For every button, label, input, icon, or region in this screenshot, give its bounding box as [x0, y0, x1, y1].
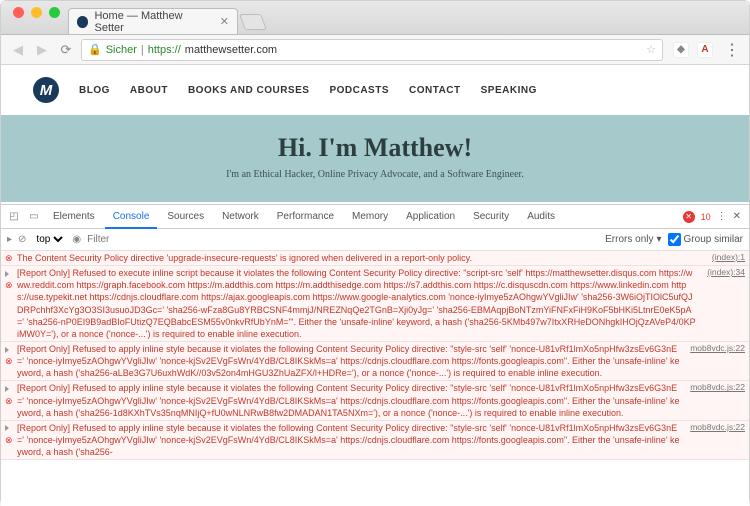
- console-log-row[interactable]: ⊗ [Report Only] Refused to execute inlin…: [1, 266, 749, 342]
- secure-label: Sicher: [106, 44, 137, 56]
- browser-tab[interactable]: Home — Matthew Setter ✕: [68, 8, 238, 34]
- log-message: [Report Only] Refused to apply inline st…: [17, 422, 686, 458]
- hero-subtitle: I'm an Ethical Hacker, Online Privacy Ad…: [1, 169, 749, 180]
- devtools-tab-elements[interactable]: Elements: [45, 206, 103, 227]
- devtools-panel: ◰ ▭ Elements Console Sources Network Per…: [1, 205, 749, 506]
- console-sidebar-toggle-icon[interactable]: ▸: [7, 234, 12, 245]
- log-source[interactable]: mob8vdc.js:22: [690, 422, 745, 458]
- error-icon: ⊗: [5, 252, 17, 264]
- site-nav: M BLOG ABOUT BOOKS AND COURSES PODCASTS …: [1, 65, 749, 115]
- url-scheme: https://: [148, 44, 181, 56]
- extensions: ◆ A: [669, 42, 717, 58]
- console-log-row[interactable]: ⊗ The Content Security Policy directive …: [1, 251, 749, 266]
- error-icon: ⊗: [5, 422, 17, 458]
- errors-only-checkbox[interactable]: Errors only ▾: [605, 234, 661, 245]
- log-message: [Report Only] Refused to apply inline st…: [17, 382, 686, 418]
- extension-font-icon[interactable]: A: [697, 42, 713, 58]
- devtools-tab-application[interactable]: Application: [398, 206, 463, 227]
- browser-titlebar: Home — Matthew Setter ✕: [1, 1, 749, 35]
- log-source[interactable]: mob8vdc.js:22: [690, 343, 745, 379]
- log-source[interactable]: (index):1: [712, 252, 745, 264]
- live-expression-icon[interactable]: ◉: [72, 234, 81, 245]
- error-count-badge[interactable]: ✕: [683, 211, 695, 223]
- url-host: matthewsetter.com: [185, 44, 277, 56]
- lock-icon: 🔒: [88, 43, 102, 56]
- console-log-row[interactable]: ⊗ [Report Only] Refused to apply inline …: [1, 342, 749, 381]
- device-toolbar-icon[interactable]: ▭: [25, 211, 43, 222]
- log-source[interactable]: mob8vdc.js:22: [690, 382, 745, 418]
- devtools-tab-sources[interactable]: Sources: [159, 206, 212, 227]
- devtools-more-icon[interactable]: ⋮: [717, 211, 727, 222]
- forward-button[interactable]: ▶: [33, 41, 51, 59]
- log-message: [Report Only] Refused to execute inline …: [17, 267, 703, 340]
- log-message: [Report Only] Refused to apply inline st…: [17, 343, 686, 379]
- back-button[interactable]: ◀: [9, 41, 27, 59]
- devtools-tab-performance[interactable]: Performance: [269, 206, 342, 227]
- clear-console-icon[interactable]: ⊘: [18, 234, 26, 245]
- nav-link-books[interactable]: BOOKS AND COURSES: [188, 85, 309, 96]
- devtools-tab-security[interactable]: Security: [465, 206, 517, 227]
- close-tab-icon[interactable]: ✕: [220, 15, 229, 28]
- browser-menu-button[interactable]: ⋮: [723, 41, 741, 59]
- devtools-close-icon[interactable]: ✕: [733, 211, 741, 222]
- tab-title: Home — Matthew Setter: [94, 10, 209, 34]
- hero-section: Hi. I'm Matthew! I'm an Ethical Hacker, …: [1, 115, 749, 202]
- error-icon: ⊗: [5, 382, 17, 418]
- console-log-row[interactable]: ⊗ [Report Only] Refused to apply inline …: [1, 421, 749, 460]
- reload-button[interactable]: ⟳: [57, 41, 75, 59]
- page-viewport: M BLOG ABOUT BOOKS AND COURSES PODCASTS …: [1, 65, 749, 205]
- devtools-tab-network[interactable]: Network: [214, 206, 267, 227]
- maximize-window-button[interactable]: [49, 7, 60, 18]
- new-tab-button[interactable]: [239, 14, 267, 30]
- console-log-row[interactable]: ⊗ [Report Only] Refused to apply inline …: [1, 381, 749, 420]
- address-bar[interactable]: 🔒 Sicher | https://matthewsetter.com ☆: [81, 39, 663, 61]
- hero-title: Hi. I'm Matthew!: [1, 133, 749, 163]
- nav-link-blog[interactable]: BLOG: [79, 85, 110, 96]
- console-filter-input[interactable]: [87, 234, 219, 245]
- error-icon: ⊗: [5, 343, 17, 379]
- window-controls: [7, 7, 68, 28]
- console-filter-bar: ▸ ⊘ top ◉ Errors only ▾ Group similar: [1, 229, 749, 251]
- console-output[interactable]: ⊗ The Content Security Policy directive …: [1, 251, 749, 506]
- nav-link-podcasts[interactable]: PODCASTS: [329, 85, 389, 96]
- close-window-button[interactable]: [13, 7, 24, 18]
- bookmark-star-icon[interactable]: ☆: [646, 43, 656, 56]
- group-similar-checkbox[interactable]: Group similar: [668, 233, 743, 246]
- devtools-tabbar: ◰ ▭ Elements Console Sources Network Per…: [1, 205, 749, 229]
- url-toolbar: ◀ ▶ ⟳ 🔒 Sicher | https://matthewsetter.c…: [1, 35, 749, 65]
- devtools-tab-audits[interactable]: Audits: [519, 206, 563, 227]
- nav-link-about[interactable]: ABOUT: [130, 85, 168, 96]
- tab-favicon: [77, 16, 88, 28]
- error-icon: ⊗: [5, 267, 17, 340]
- devtools-tab-memory[interactable]: Memory: [344, 206, 396, 227]
- site-logo[interactable]: M: [33, 77, 59, 103]
- devtools-tab-console[interactable]: Console: [105, 206, 158, 229]
- extension-scholar-icon[interactable]: ◆: [673, 42, 689, 58]
- inspect-icon[interactable]: ◰: [5, 211, 23, 222]
- nav-link-contact[interactable]: CONTACT: [409, 85, 461, 96]
- log-source[interactable]: (index):34: [707, 267, 745, 340]
- execution-context-select[interactable]: top: [32, 233, 66, 246]
- error-count: 10: [701, 212, 711, 222]
- log-message: The Content Security Policy directive 'u…: [17, 252, 708, 264]
- minimize-window-button[interactable]: [31, 7, 42, 18]
- nav-link-speaking[interactable]: SPEAKING: [481, 85, 537, 96]
